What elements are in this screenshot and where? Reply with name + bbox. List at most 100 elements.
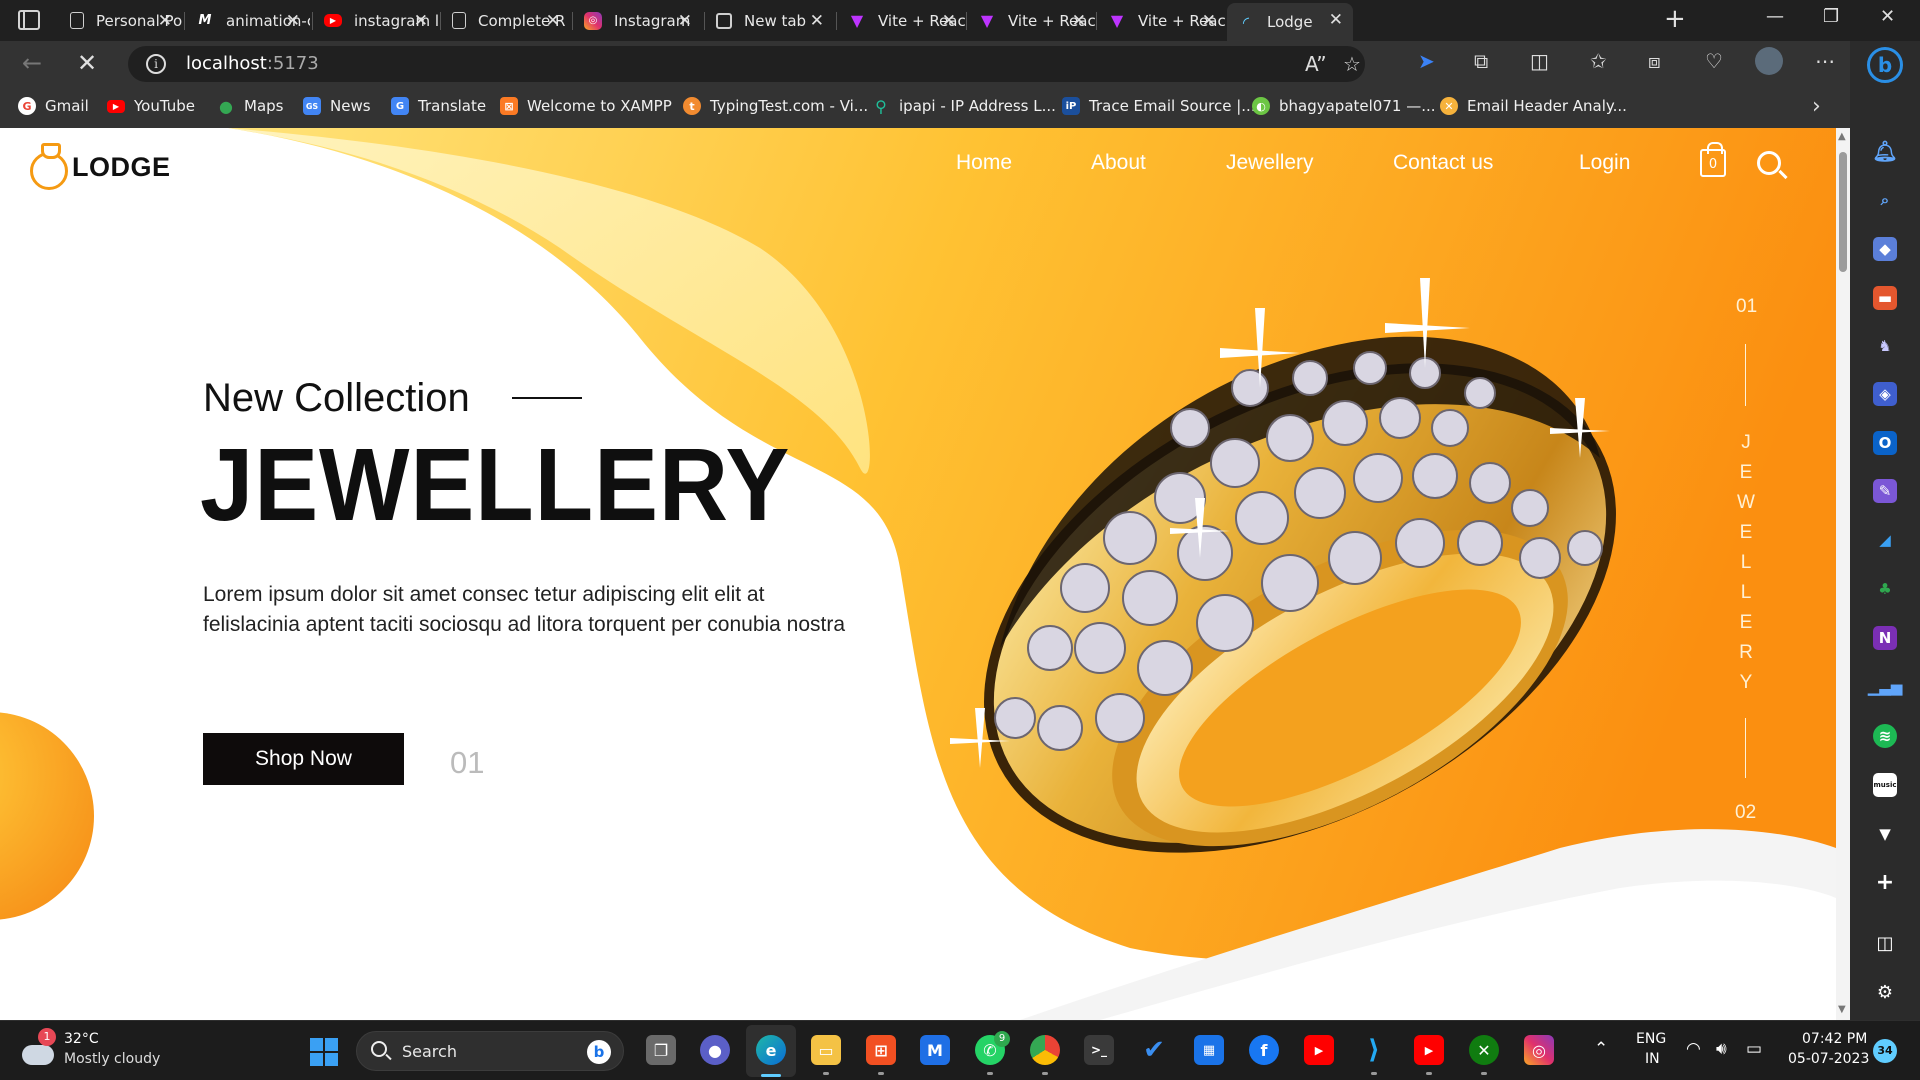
shopping-tag-icon[interactable]: ◆	[1873, 237, 1897, 261]
scroll-up-arrow-icon[interactable]: ▲	[1838, 131, 1846, 142]
tab-instagram[interactable]: ◎ Instagram ✕	[574, 4, 702, 37]
favorite-star-icon[interactable]: ☆	[1343, 52, 1361, 76]
close-tab-icon[interactable]: ✕	[1202, 11, 1216, 31]
weather-condition[interactable]: Mostly cloudy	[64, 1051, 160, 1067]
bookmark-typingtest[interactable]: t TypingTest.com - Vi...	[683, 97, 868, 115]
close-tab-icon[interactable]: ✕	[546, 11, 560, 31]
close-tab-icon[interactable]: ✕	[1329, 10, 1343, 30]
tab-new-tab[interactable]: New tab ✕	[706, 4, 834, 37]
browser-essentials-icon[interactable]: ♡	[1705, 49, 1723, 73]
teams-chat-icon[interactable]: ●	[700, 1035, 730, 1065]
hide-sidebar-icon[interactable]: ◫	[1873, 931, 1897, 955]
extensions-puzzle-icon[interactable]: ⧉	[1474, 49, 1488, 73]
task-view-icon[interactable]: ❐	[646, 1035, 676, 1065]
amazon-music-icon[interactable]: music	[1873, 773, 1897, 797]
slide-indicator-start[interactable]: 01	[1736, 296, 1757, 318]
windows-start-icon[interactable]	[310, 1038, 338, 1066]
extension-arrow-icon[interactable]: ➤	[1418, 49, 1435, 73]
outlook-icon[interactable]: O	[1873, 431, 1897, 455]
bookmark-email-header[interactable]: ✕ Email Header Analy...	[1440, 97, 1627, 115]
search-icon[interactable]	[1757, 151, 1781, 175]
nav-contact-us[interactable]: Contact us	[1393, 151, 1493, 175]
clock-date[interactable]: 05-07-2023	[1788, 1051, 1869, 1067]
drop-icon[interactable]: ◢	[1873, 528, 1897, 552]
volume-icon[interactable]: 🔊︎	[1716, 1039, 1727, 1059]
tab-animation[interactable]: M animation-c ✕	[186, 4, 310, 37]
profile-avatar[interactable]	[1755, 47, 1783, 75]
bookmark-gmail[interactable]: G Gmail	[18, 97, 89, 115]
file-explorer-icon[interactable]: ▭	[811, 1035, 841, 1065]
add-sidebar-app-icon[interactable]: +	[1873, 870, 1897, 895]
chevron-up-icon[interactable]: ⌃	[1594, 1039, 1608, 1059]
tab-instagram-links[interactable]: ▶ instagram li ✕	[314, 4, 438, 37]
bookmark-ipapi[interactable]: ⚲ ipapi - IP Address L...	[872, 97, 1056, 116]
nav-about[interactable]: About	[1091, 151, 1146, 175]
xbox-icon[interactable]: ✕	[1469, 1035, 1499, 1065]
language-indicator[interactable]: ENG	[1636, 1031, 1666, 1047]
site-logo[interactable]: LODGE	[30, 143, 171, 190]
facebook-icon[interactable]: f	[1249, 1035, 1279, 1065]
bookmark-xampp[interactable]: ⊠ Welcome to XAMPP	[500, 97, 672, 115]
terminal-icon[interactable]: >_	[1084, 1035, 1114, 1065]
bookmark-youtube[interactable]: ▶ YouTube	[107, 97, 195, 115]
address-bar[interactable]: i localhost:5173 A” ☆	[128, 46, 1365, 82]
site-info-icon[interactable]: i	[146, 54, 166, 74]
more-menu-icon[interactable]: ⋯	[1815, 49, 1835, 73]
bookmark-trace-email[interactable]: iP Trace Email Source |...	[1062, 97, 1256, 115]
close-tab-icon[interactable]: ✕	[158, 11, 172, 31]
close-tab-icon[interactable]: ✕	[286, 11, 300, 31]
close-tab-icon[interactable]: ✕	[810, 11, 824, 31]
tab-personal-portfolio[interactable]: Personal Po ✕	[60, 4, 182, 37]
scrollbar-thumb[interactable]	[1839, 152, 1847, 272]
nav-login[interactable]: Login	[1579, 151, 1630, 175]
minimize-window-button[interactable]: —	[1766, 6, 1784, 27]
spotify-icon[interactable]: ≋	[1873, 724, 1897, 748]
close-tab-icon[interactable]: ✕	[678, 11, 692, 31]
shop-now-button[interactable]: Shop Now	[203, 733, 404, 785]
bing-icon[interactable]: b	[587, 1040, 611, 1064]
microsoft-365-icon[interactable]: ◈	[1873, 382, 1897, 406]
wifi-icon[interactable]: ◠	[1686, 1039, 1701, 1059]
tools-icon[interactable]: ▬	[1873, 286, 1897, 310]
edge-browser-icon[interactable]: e	[756, 1035, 786, 1065]
read-aloud-icon[interactable]: A”	[1305, 52, 1327, 76]
manager-app-icon[interactable]: M	[920, 1035, 950, 1065]
chrome-icon[interactable]	[1030, 1035, 1060, 1065]
youtube-app-icon[interactable]: ▶	[1414, 1035, 1444, 1065]
scroll-down-arrow-icon[interactable]: ▼	[1838, 1004, 1846, 1015]
instagram-icon[interactable]: ◎	[1524, 1035, 1554, 1065]
microsoft-store-icon[interactable]: ⊞	[866, 1035, 896, 1065]
favorites-icon[interactable]: ✩	[1590, 49, 1607, 73]
taskbar-search-box[interactable]: Search b	[356, 1031, 624, 1071]
calendar-icon[interactable]: ▦	[1194, 1035, 1224, 1065]
tab-vite-react-2[interactable]: ▼ Vite + Reac ✕	[968, 4, 1096, 37]
onenote-icon[interactable]: N	[1873, 626, 1897, 650]
split-screen-icon[interactable]: ◫	[1530, 49, 1549, 73]
search-sidebar-icon[interactable]: ⌕	[1873, 188, 1897, 212]
settings-gear-icon[interactable]: ⚙	[1873, 980, 1897, 1004]
tree-icon[interactable]: ♣	[1873, 577, 1897, 601]
back-arrow-icon[interactable]: ←	[22, 49, 42, 77]
bookmark-news[interactable]: GS News	[303, 97, 371, 115]
url-text[interactable]: localhost:5173	[186, 53, 319, 74]
shopping-bag-icon[interactable]: 0	[1700, 142, 1726, 177]
copilot-icon[interactable]: b	[1867, 47, 1903, 83]
restore-window-button[interactable]: ❐	[1823, 6, 1839, 27]
collections-icon[interactable]: ⧈	[1648, 49, 1661, 73]
close-window-button[interactable]: ✕	[1880, 6, 1895, 27]
close-tab-icon[interactable]: ✕	[942, 11, 956, 31]
games-icon[interactable]: ♞	[1873, 334, 1897, 358]
youtube-icon[interactable]: ▶	[1304, 1035, 1334, 1065]
nav-jewellery[interactable]: Jewellery	[1226, 151, 1314, 175]
tab-vite-react-1[interactable]: ▼ Vite + Reac ✕	[838, 4, 966, 37]
designer-icon[interactable]: ✎	[1873, 479, 1897, 503]
language-region[interactable]: IN	[1645, 1051, 1660, 1067]
bookmark-maps[interactable]: ● Maps	[217, 97, 283, 116]
todo-checkmark-icon[interactable]: ✔	[1139, 1035, 1169, 1065]
tab-vite-react-3[interactable]: ▼ Vite + Reac ✕	[1098, 4, 1226, 37]
bookmark-github[interactable]: ◐ bhagyapatel071 —...	[1252, 97, 1436, 115]
stop-loading-icon[interactable]: ✕	[77, 49, 97, 77]
chevron-right-icon[interactable]: ›	[1812, 94, 1821, 119]
tab-actions-menu-icon[interactable]	[18, 10, 40, 30]
tab-lodge-active[interactable]: ◜ Lodge ✕	[1227, 3, 1353, 41]
